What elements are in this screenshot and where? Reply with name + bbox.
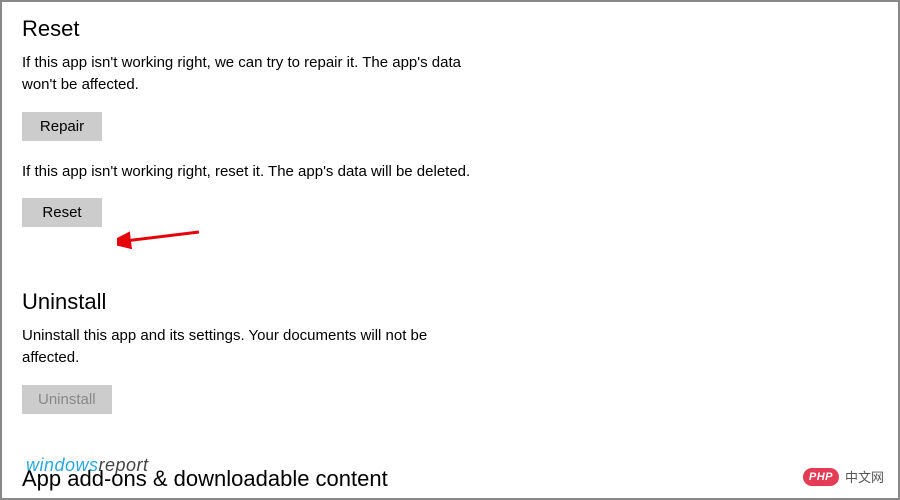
php-pill-icon: PHP	[803, 468, 839, 486]
reset-description: If this app isn't working right, reset i…	[22, 161, 472, 183]
repair-button[interactable]: Repair	[22, 112, 102, 141]
uninstall-description: Uninstall this app and its settings. You…	[22, 325, 472, 369]
php-cn-watermark: PHP 中文网	[803, 467, 884, 486]
repair-description: If this app isn't working right, we can …	[22, 52, 472, 96]
uninstall-button: Uninstall	[22, 385, 112, 414]
addons-section-heading: App add-ons & downloadable content	[22, 466, 388, 492]
reset-section-heading: Reset	[22, 16, 878, 42]
reset-button[interactable]: Reset	[22, 198, 102, 227]
php-cn-text: 中文网	[845, 467, 884, 486]
uninstall-section-heading: Uninstall	[22, 289, 878, 315]
